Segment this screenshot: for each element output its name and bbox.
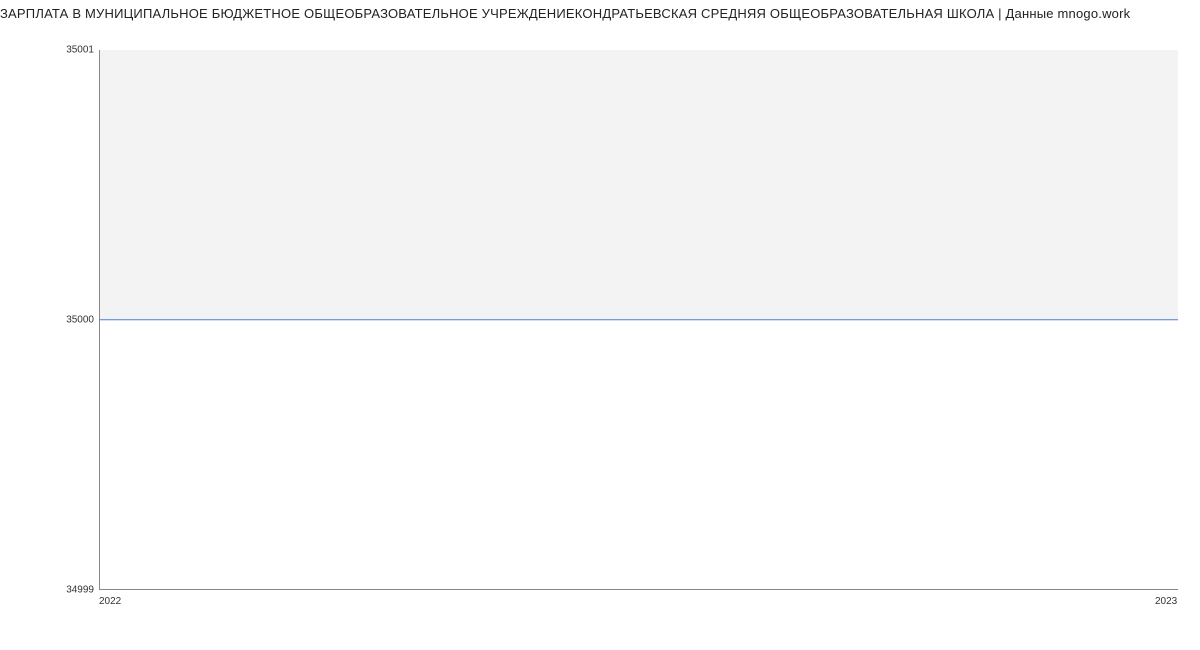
x-axis-tick-label: 2023 (1155, 596, 1177, 607)
y-axis-tick-label: 34999 (66, 585, 94, 596)
plot-area (99, 50, 1178, 590)
y-axis-tick-label: 35000 (66, 315, 94, 326)
data-line (100, 319, 1178, 320)
plot-background-upper (100, 50, 1178, 320)
chart-title: ЗАРПЛАТА В МУНИЦИПАЛЬНОЕ БЮДЖЕТНОЕ ОБЩЕО… (0, 6, 1200, 21)
chart-container: ЗАРПЛАТА В МУНИЦИПАЛЬНОЕ БЮДЖЕТНОЕ ОБЩЕО… (0, 0, 1200, 650)
plot-background-lower (100, 320, 1178, 590)
y-axis-tick-label: 35001 (66, 45, 94, 56)
x-axis-tick-label: 2022 (99, 596, 121, 607)
